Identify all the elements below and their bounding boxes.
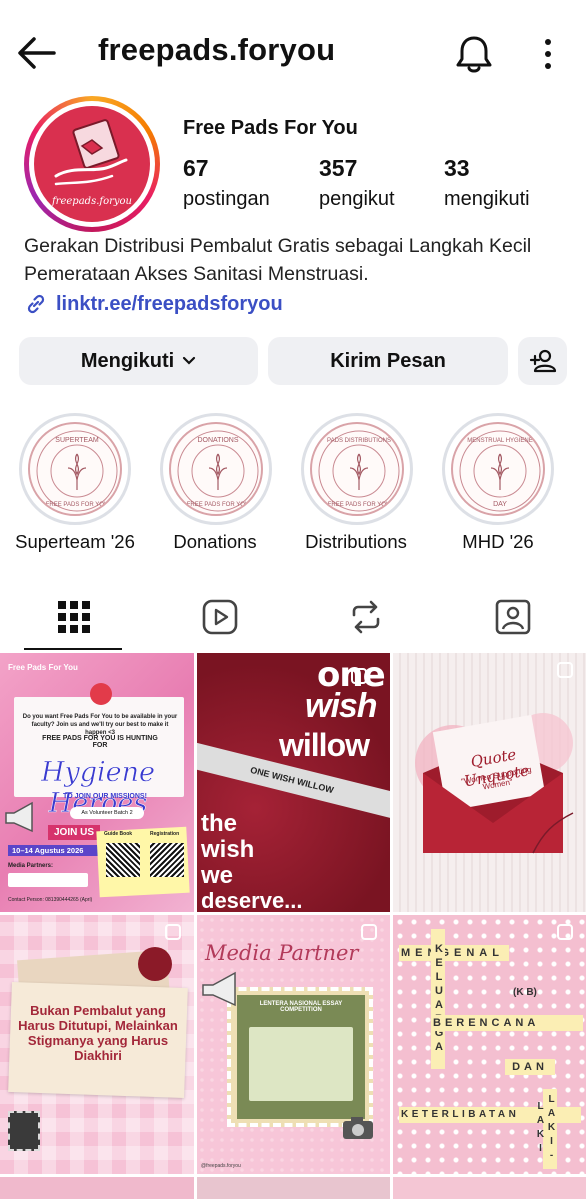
carousel-icon	[557, 662, 573, 678]
post-text: we	[201, 862, 234, 889]
carousel-icon	[351, 668, 367, 684]
avatar: freepads.foryou	[34, 106, 150, 222]
highlight-label: MHD '26	[462, 531, 534, 552]
add-person-icon	[529, 349, 556, 373]
post-word: MENGENAL	[399, 945, 509, 961]
post-title: Media Partner	[205, 941, 359, 965]
highlight-label: Distributions	[305, 531, 407, 552]
svg-text:FREE PADS FOR YOU: FREE PADS FOR YOU	[46, 502, 108, 508]
flower-badge-icon: DONATIONS FREE PADS FOR YOU	[177, 430, 259, 512]
highlight-label: Donations	[173, 531, 257, 552]
following-button[interactable]: Mengikuti	[19, 337, 258, 385]
post-text: the	[201, 810, 237, 837]
megaphone-icon	[202, 971, 236, 1007]
tagged-icon[interactable]	[493, 597, 533, 637]
pad-logo-icon: freepads.foryou	[51, 119, 132, 207]
svg-text:PADS DISTRIBUTIONS: PADS DISTRIBUTIONS	[327, 438, 391, 444]
add-person-button[interactable]	[518, 337, 567, 385]
post-footer: @freepads.foryou	[201, 1163, 241, 1169]
profile-bio: Gerakan Distribusi Pembalut Gratis sebag…	[24, 235, 532, 285]
svg-text:DAY: DAY	[493, 501, 507, 508]
post-text: deserve...	[201, 888, 303, 913]
post-tile[interactable]: Quote Unquote "Women Supporting Women"	[393, 653, 586, 912]
avatar-story-ring[interactable]: freepads.foryou	[24, 96, 160, 232]
post-partners: Media Partners:	[8, 863, 54, 869]
svg-text:MENSTRUAL HYGIENE: MENSTRUAL HYGIENE	[467, 438, 532, 444]
post-register: Registration	[150, 831, 180, 837]
link-text: linktr.ee/freepadsforyou	[56, 292, 283, 315]
stat-following[interactable]: 33 mengikuti	[444, 155, 530, 211]
highlight-label: Superteam '26	[15, 531, 135, 552]
flower-badge-icon: PADS DISTRIBUTIONS FREE PADS FOR YOU	[318, 430, 400, 512]
post-text: willow	[279, 727, 370, 763]
post-sub: TO JOIN OUR MISSIONS!	[63, 793, 147, 800]
post-text: Bukan Pembalut yang Harus Ditutupi, Mela…	[18, 1003, 178, 1063]
post-tile[interactable]	[0, 1177, 194, 1199]
post-hunting: FREE PADS FOR YOU IS HUNTING FOR	[42, 735, 158, 749]
stat-label: pengikut	[319, 188, 395, 210]
svg-text:FREE PADS FOR YOU: FREE PADS FOR YOU	[187, 502, 249, 508]
message-button[interactable]: Kirim Pesan	[268, 337, 508, 385]
flower-badge-icon: MENSTRUAL HYGIENE DAY	[459, 430, 541, 512]
megaphone-icon	[5, 801, 33, 833]
chevron-down-icon	[183, 356, 196, 365]
reels-icon[interactable]	[200, 597, 240, 637]
carousel-icon	[361, 924, 377, 940]
svg-text:DONATIONS: DONATIONS	[197, 437, 238, 444]
post-tile[interactable]	[197, 1177, 390, 1199]
highlight-donations[interactable]: DONATIONS FREE PADS FOR YOU	[160, 413, 272, 525]
stat-label: mengikuti	[444, 188, 530, 210]
post-join: JOIN US	[48, 825, 100, 840]
reposts-icon[interactable]	[346, 597, 386, 637]
post-guide: Guide Book	[104, 831, 133, 837]
bell-icon[interactable]	[452, 33, 496, 75]
post-poster: LENTERA NASIONAL ESSAY COMPETITION	[259, 1001, 343, 1013]
flower-badge-icon: SUPERTEAM FREE PADS FOR YOU	[36, 430, 118, 512]
message-label: Kirim Pesan	[330, 349, 446, 372]
stat-label: postingan	[183, 188, 270, 210]
highlight-mhd[interactable]: MENSTRUAL HYGIENE DAY	[442, 413, 554, 525]
top-bar: freepads.foryou	[0, 0, 586, 100]
post-word: LAKI-LAKI	[535, 1089, 557, 1169]
post-tile[interactable]: MENGENAL KELUARGA (K B) BERENCANA DAN KE…	[393, 915, 586, 1174]
post-tile[interactable]: Bukan Pembalut yang Harus Ditutupi, Mela…	[0, 915, 194, 1174]
post-dates: 10–14 Agustus 2026	[8, 845, 100, 856]
post-tile[interactable]: Media Partner LENTERA NASIONAL ESSAY COM…	[197, 915, 390, 1174]
display-name: Free Pads For You	[183, 117, 358, 139]
carousel-icon	[557, 924, 573, 940]
post-tile[interactable]	[393, 1177, 586, 1199]
svg-text:SUPERTEAM: SUPERTEAM	[55, 437, 99, 444]
svg-text:FREE PADS FOR YOU: FREE PADS FOR YOU	[328, 502, 390, 508]
post-contact: Contact Person: 081390444265 (Apri)	[8, 897, 93, 903]
post-batch: As Volunteer Batch 2	[70, 807, 144, 819]
arrow-left-icon[interactable]	[16, 34, 58, 72]
post-word: DAN	[505, 1059, 555, 1075]
post-word: KELUARGA	[431, 929, 445, 1069]
more-vertical-icon[interactable]	[534, 36, 562, 72]
link-icon	[27, 294, 45, 314]
post-tile[interactable]: Free Pads For You Do you want Free Pads …	[0, 653, 194, 912]
post-word: BERENCANA	[431, 1015, 583, 1031]
post-tile[interactable]: one wish willow ONE WISH WILLOW the wish…	[197, 653, 390, 912]
stat-value: 357	[319, 155, 358, 181]
post-intro: Do you want Free Pads For You to be avai…	[22, 714, 178, 736]
highlight-distributions[interactable]: PADS DISTRIBUTIONS FREE PADS FOR YOU	[301, 413, 413, 525]
stat-followers[interactable]: 357 pengikut	[319, 155, 395, 211]
carousel-icon	[165, 924, 181, 940]
following-label: Mengikuti	[80, 349, 175, 372]
active-tab-indicator	[24, 648, 122, 650]
stat-posts[interactable]: 67 postingan	[183, 155, 270, 211]
camera-icon	[343, 1117, 373, 1139]
highlight-superteam[interactable]: SUPERTEAM FREE PADS FOR YOU	[19, 413, 131, 525]
stat-value: 33	[444, 155, 470, 181]
post-text: wish	[305, 687, 378, 725]
post-brand: Free Pads For You	[8, 663, 78, 672]
profile-username: freepads.foryou	[98, 32, 336, 67]
profile-link[interactable]: linktr.ee/freepadsforyou	[24, 292, 283, 316]
post-word: (K B)	[513, 987, 537, 998]
svg-text:freepads.foryou: freepads.foryou	[51, 196, 132, 207]
stat-value: 67	[183, 155, 209, 181]
post-text: wish	[201, 836, 255, 863]
grid-icon[interactable]	[54, 597, 94, 637]
